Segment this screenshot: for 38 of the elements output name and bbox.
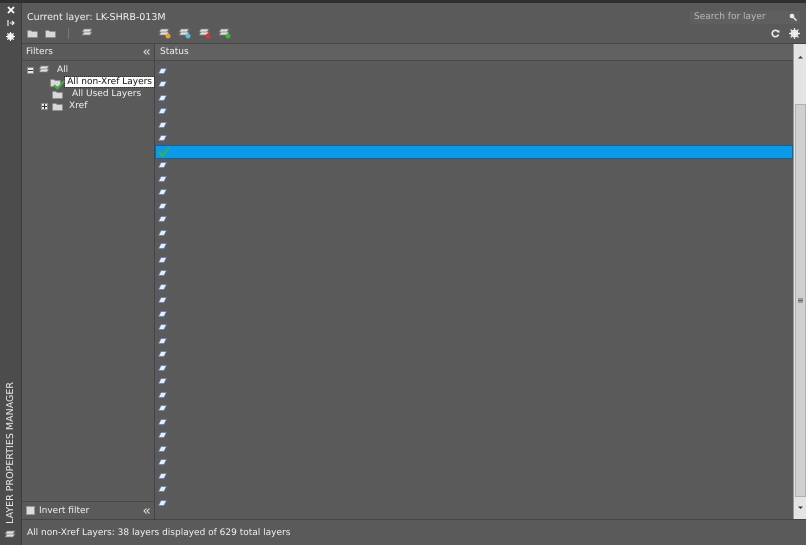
pin-icon[interactable] [6,18,16,28]
invert-filter-checkbox[interactable] [26,506,35,515]
status-bar: All non-Xref Layers: 38 layers displayed of 629 total layers [22,519,806,545]
scroll-up-icon[interactable] [796,54,804,60]
current-layer-label: Current layer: LK-SHRB-013M [27,12,166,22]
palette-title: LAYER PROPERTIES MANAGER [5,382,16,524]
invert-filter-label: Invert filter [39,506,90,516]
column-header[interactable]: Status [160,47,189,57]
folder-icon[interactable] [52,102,63,110]
filter-item[interactable]: Xref [67,101,90,111]
check-icon [53,80,66,90]
filter-item[interactable]: All Used Layers [70,89,144,99]
filter-item[interactable]: All [55,65,70,75]
collapse-icon[interactable] [143,49,150,55]
collapse-toggle[interactable] [27,66,34,74]
scroll-down-icon[interactable] [796,505,804,511]
scrollbar[interactable] [793,44,806,519]
selected-row[interactable] [155,145,793,158]
delete-layer-icon[interactable] [198,28,211,39]
filters-title: Filters [26,47,53,57]
new-frozen-layer-icon[interactable] [178,28,191,39]
layers-icon [38,64,51,76]
settings-icon[interactable] [789,28,800,39]
collapse-icon[interactable] [143,508,150,514]
new-layer-icon[interactable] [158,28,171,39]
expand-toggle[interactable] [41,102,48,110]
set-current-icon[interactable] [218,28,231,39]
filter-folder-icon[interactable] [50,78,62,86]
grip-icon [798,298,802,303]
new-filter-icon[interactable] [27,29,38,38]
search-icon [789,13,797,21]
refresh-icon[interactable] [771,29,780,38]
close-icon[interactable] [6,5,16,15]
current-layer-icon [158,146,170,157]
filter-folder-icon[interactable] [52,90,63,98]
folder-icon[interactable] [45,29,56,38]
filter-item[interactable]: All non-Xref Layers [65,77,154,87]
search-field[interactable]: Search for layer [690,10,800,24]
